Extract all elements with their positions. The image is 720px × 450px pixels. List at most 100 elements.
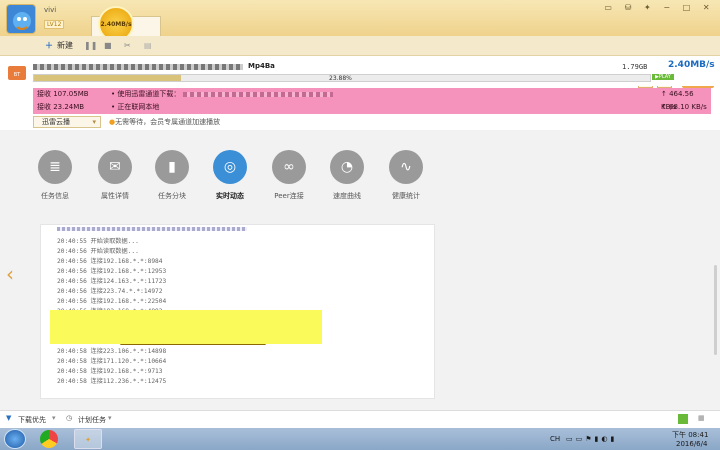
tab-chat[interactable]: ✉ 属性详情: [93, 150, 137, 201]
log-top-fade: [57, 227, 247, 231]
received-2: 接收 23.24MB: [37, 103, 85, 111]
clock-time[interactable]: 下午 08:41: [672, 430, 708, 440]
new-icon[interactable]: ＋: [45, 40, 53, 52]
tab-bars[interactable]: ▮ 任务分块: [150, 150, 194, 201]
delete-icon[interactable]: ✂: [124, 40, 131, 52]
chat-icon: ✉: [98, 150, 132, 184]
task-size: 1.79GB: [622, 63, 648, 71]
link-icon: ∞: [272, 150, 306, 184]
stats-icon[interactable]: [678, 414, 688, 424]
log-line: 20:40:58 连接112.236.*.*:12475: [57, 377, 166, 387]
minimize-icon[interactable]: −: [663, 3, 670, 12]
progress-fill: [34, 75, 182, 81]
accelerate-note: ●无需等待，会员专属通道加速播放: [109, 117, 220, 127]
download-priority[interactable]: 下载优先: [18, 415, 46, 425]
log-line: 20:40:58 连接223.106.*.*:14898: [57, 347, 166, 357]
log-line: 20:40:56 连接192.168.*.*:12953: [57, 267, 166, 277]
log-text: 20:40:56 连接192.168.*.*:8984: [57, 258, 163, 265]
log-highlight: [50, 310, 322, 344]
task-speed: 2.40MB/s: [668, 60, 715, 70]
toolbar: ＋ 新建 ❚❚ ■ ✂ ▤ ⌃ ⌄ ⇦ 返回: [0, 36, 720, 88]
progress-text: 23.88%: [329, 75, 352, 82]
cloud-play-label: 迅雷云播: [42, 118, 70, 126]
close-icon[interactable]: ✕: [703, 3, 710, 12]
pin-icon[interactable]: ✦: [644, 3, 651, 12]
priority-icon: ▼: [6, 414, 12, 422]
tab-label: 实时动态: [216, 192, 244, 200]
log-text: 20:40:58 连接171.120.*.*:10664: [57, 358, 167, 365]
shirt-icon[interactable]: ⛁: [625, 3, 632, 12]
ime-indicator[interactable]: CH: [550, 435, 560, 443]
speed-2: ↑ 68.10 KB/s: [661, 103, 707, 111]
level-badge: LV12: [44, 20, 65, 29]
tab-label: 速度曲线: [333, 192, 361, 200]
log-text: 20:40:56 连接124.163.*.*:11723: [57, 278, 167, 285]
scrollbar[interactable]: [714, 265, 717, 355]
pause-icon[interactable]: ❚❚: [84, 40, 97, 52]
avatar[interactable]: [6, 4, 36, 34]
gauge-icon: ◔: [330, 150, 364, 184]
bt-file-icon: BT: [8, 66, 26, 80]
play-label: PLAY: [658, 74, 671, 80]
received-1: 接收 107.05MB: [37, 90, 89, 98]
priority-chevron-icon[interactable]: ▾: [52, 414, 56, 422]
maximize-icon[interactable]: □: [683, 3, 691, 12]
log-text: 20:40:58 连接192.168.*.*:9713: [57, 368, 163, 375]
log-line: 20:40:56 连接223.74.*.*:14972: [57, 287, 163, 297]
log-line: 20:40:55 开始读取数据...: [57, 237, 139, 247]
menu-icon[interactable]: ▭: [604, 3, 612, 12]
start-button[interactable]: [4, 429, 26, 449]
tray-icons[interactable]: ▭▭⚑▮◐▮: [566, 435, 617, 443]
compass-icon: ◎: [213, 150, 247, 184]
speed-detail-panel: 接收 107.05MB • 使用迅雷通道下载： ↑ 464.56 KB/s 接收…: [33, 88, 711, 114]
tab-label: 健康统计: [392, 192, 420, 200]
tab-compass[interactable]: ◎ 实时动态: [208, 150, 252, 201]
tab-link[interactable]: ∞ Peer连接: [267, 150, 311, 201]
tab-pulse[interactable]: ∿ 健康统计: [384, 150, 428, 201]
tab-label: 属性详情: [101, 192, 129, 200]
schedule-chevron-icon[interactable]: ▾: [108, 414, 112, 422]
log-text: 20:40:58 连接223.106.*.*:14898: [57, 348, 167, 355]
accelerate-note-text: 无需等待，会员专属通道加速播放: [115, 118, 221, 126]
tab-label: Peer连接: [274, 192, 304, 200]
chrome-icon[interactable]: [40, 430, 58, 448]
prev-arrow-icon[interactable]: ‹: [6, 262, 14, 286]
tab-label: 任务信息: [41, 192, 69, 200]
log-line: 20:40:56 开始读取数据...: [57, 247, 139, 257]
channel-1-redacted: [183, 92, 333, 97]
task-name: Mp4Ba: [248, 62, 275, 70]
thunder-taskbar-icon[interactable]: ✦: [74, 429, 102, 449]
new-button[interactable]: 新建: [57, 40, 73, 52]
stop-icon[interactable]: ■: [104, 40, 112, 52]
username[interactable]: vivi: [44, 6, 56, 14]
progress-bar: 23.88%: [33, 74, 651, 82]
cloud-play-button[interactable]: 迅雷云播 ▾: [33, 116, 101, 128]
chevron-down-icon: ▾: [92, 118, 96, 126]
log-text: 20:40:56 开始读取数据...: [57, 248, 139, 255]
log-text: 20:40:56 连接192.168.*.*:12953: [57, 268, 167, 275]
cloud-play-bar: 迅雷云播 ▾ ●无需等待，会员专属通道加速播放: [33, 116, 711, 128]
log-text: 20:40:55 开始读取数据...: [57, 238, 139, 245]
tab-gauge[interactable]: ◔ 速度曲线: [325, 150, 369, 201]
window-controls: ▭ ⛁ ✦ − □ ✕: [598, 2, 716, 12]
play-button[interactable]: ▶PLAY: [652, 74, 674, 80]
log-line: 20:40:56 连接192.168.*.*:22504: [57, 297, 166, 307]
windows-taskbar: ✦ CH ▭▭⚑▮◐▮ 下午 08:41 2016/6/4: [0, 428, 720, 450]
grid-icon[interactable]: ▦: [698, 414, 705, 422]
log-text: 20:40:58 连接112.236.*.*:12475: [57, 378, 167, 385]
channel-2: • 正在联网本地: [111, 103, 160, 111]
speed-badge-text: 2.40MB/s: [100, 20, 132, 28]
tab-doc[interactable]: ≣ 任务信息: [33, 150, 77, 201]
clock-date[interactable]: 2016/6/4: [676, 440, 707, 448]
status-bar: ▼ 下载优先 ▾ ◷ 计划任务 ▾ ▦: [0, 410, 720, 428]
file-icon[interactable]: ▤: [144, 40, 152, 52]
schedule-button[interactable]: 计划任务: [78, 415, 106, 425]
log-line: 20:40:58 连接192.168.*.*:9713: [57, 367, 163, 377]
channel-1: • 使用迅雷通道下载：: [111, 90, 181, 98]
log-line: 20:40:56 连接124.163.*.*:11723: [57, 277, 166, 287]
task-name-redacted: [33, 64, 243, 70]
title-bar: vivi LV12 2.40MB/s ▭ ⛁ ✦ − □ ✕: [0, 0, 720, 42]
schedule-icon: ◷: [66, 414, 73, 422]
log-text: 20:40:56 连接223.74.*.*:14972: [57, 288, 163, 295]
bars-icon: ▮: [155, 150, 189, 184]
